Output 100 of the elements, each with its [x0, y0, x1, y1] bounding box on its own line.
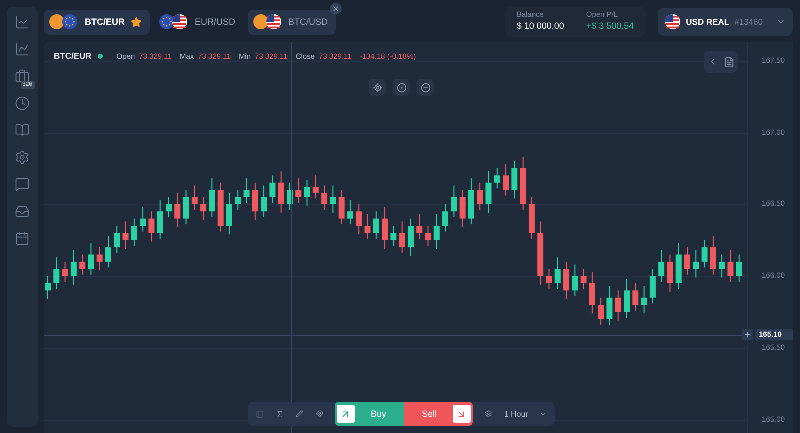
candlestick — [148, 211, 155, 242]
candlestick — [209, 178, 216, 218]
settings-icon[interactable] — [484, 409, 492, 419]
add-level-button[interactable] — [742, 329, 753, 340]
interval-selector[interactable]: 1 Hour — [504, 410, 528, 418]
candlestick — [252, 182, 258, 221]
candlestick — [658, 250, 665, 283]
settings-icon[interactable] — [14, 150, 30, 165]
candlestick — [122, 221, 129, 250]
candlestick — [364, 214, 371, 240]
pencil-icon[interactable] — [296, 409, 304, 419]
account-selector[interactable]: USD REAL #13460 — [658, 8, 793, 36]
sell-button[interactable]: Sell — [404, 402, 473, 426]
zoom-in-button[interactable] — [393, 79, 410, 96]
candlestick — [382, 206, 388, 250]
candlestick — [54, 257, 60, 290]
candlestick — [347, 200, 354, 226]
candlestick — [304, 180, 310, 206]
account-name: USD REAL — [686, 17, 730, 27]
candlestick — [546, 268, 552, 290]
candlestick — [278, 170, 284, 214]
account-number: #13460 — [734, 17, 763, 27]
symbol-tab[interactable]: EUR/USD — [154, 10, 244, 34]
candlestick — [580, 268, 587, 290]
candlestick — [615, 290, 622, 322]
candlestick — [105, 236, 112, 268]
candlestick — [477, 182, 484, 211]
close-icon — [332, 4, 340, 12]
chart-symbol: BTC/EUR — [54, 51, 92, 61]
candlestick — [373, 211, 380, 240]
candlestick — [606, 286, 613, 326]
candlestick — [632, 283, 639, 312]
star-icon[interactable] — [131, 16, 142, 28]
candlestick — [270, 175, 276, 204]
candlestick — [486, 170, 492, 214]
magnet-icon[interactable] — [316, 409, 323, 419]
candlestick — [503, 164, 510, 196]
plus-icon — [744, 330, 752, 338]
candlestick — [434, 214, 440, 250]
candlestick — [667, 254, 674, 293]
flag-icon — [665, 14, 682, 30]
candlestick — [589, 272, 596, 314]
candlestick — [96, 247, 103, 272]
candlestick — [736, 254, 742, 283]
candlestick — [684, 247, 691, 276]
candlestick — [408, 218, 414, 257]
candlestick — [174, 192, 181, 228]
candlestick — [80, 254, 86, 276]
profit-value: +$ 3 500.54 — [586, 21, 634, 31]
candlestick — [702, 240, 708, 268]
candlestick — [200, 196, 207, 221]
candlestick — [330, 185, 336, 214]
candlestick — [624, 278, 630, 318]
candlestick — [641, 286, 648, 314]
candlestick — [451, 185, 458, 218]
candlestick — [460, 190, 466, 228]
candlestick — [554, 257, 561, 290]
candlestick — [399, 221, 406, 254]
crosshair-button[interactable] — [369, 79, 386, 96]
chart-icon[interactable] — [14, 42, 30, 57]
candlestick — [728, 250, 734, 283]
function-icon[interactable] — [276, 408, 284, 420]
inbox-icon[interactable] — [14, 204, 30, 219]
currency-pair-icon — [49, 14, 79, 30]
calendar-icon[interactable] — [14, 231, 30, 246]
candlestick — [88, 242, 94, 276]
currency-pair-icon — [159, 14, 189, 30]
candlestick — [244, 178, 250, 204]
candlestick — [693, 250, 700, 278]
message-icon[interactable] — [14, 177, 30, 192]
book-icon[interactable] — [14, 123, 30, 138]
chart-icon[interactable] — [14, 15, 30, 30]
candlestick — [261, 185, 268, 218]
symbol-tab[interactable]: BTC/EUR — [44, 10, 150, 34]
candlestick — [338, 190, 345, 226]
candlestick — [598, 297, 604, 326]
candlestick — [235, 190, 242, 211]
candlestick — [494, 168, 500, 190]
candlestick — [45, 276, 51, 300]
candlestick — [131, 218, 138, 247]
candlestick — [114, 226, 120, 254]
candlestick — [62, 261, 68, 283]
document-icon[interactable] — [724, 56, 734, 68]
symbol-tab[interactable]: BTC/USD — [248, 10, 336, 34]
candlestick — [183, 190, 190, 226]
candlestick — [512, 160, 518, 200]
candlestick — [650, 268, 656, 304]
candlestick — [192, 185, 198, 211]
candlestick — [226, 192, 232, 236]
candlestick — [564, 261, 570, 300]
clock-icon[interactable] — [14, 96, 30, 111]
arrow-down-right-icon — [456, 408, 468, 420]
candlestick — [442, 204, 449, 232]
balance-value: $ 10 000.00 — [516, 21, 564, 31]
candlestick — [70, 250, 77, 286]
zoom-out-button[interactable] — [417, 79, 434, 96]
candlestick — [312, 175, 319, 200]
circle-dot-icon — [396, 82, 406, 92]
close-button[interactable] — [330, 2, 342, 14]
candlestick — [356, 204, 362, 236]
